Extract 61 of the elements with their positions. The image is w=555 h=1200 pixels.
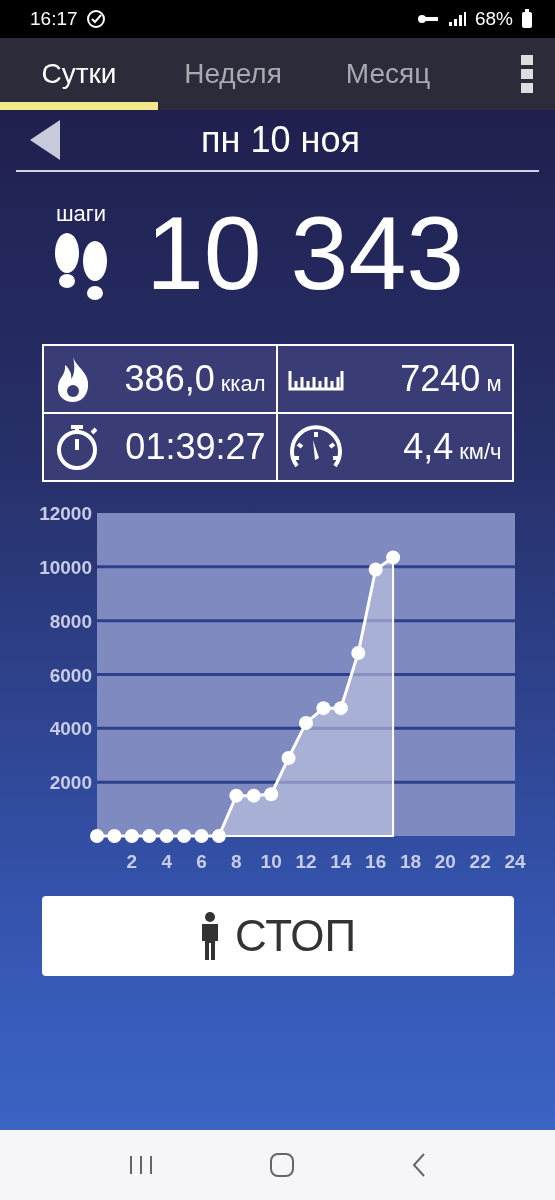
data-point <box>229 788 244 803</box>
tab[interactable]: Месяц <box>308 38 468 110</box>
signal-icon <box>446 11 467 27</box>
stat-value: 7240 <box>400 358 481 400</box>
data-point <box>194 829 209 843</box>
data-point <box>211 829 226 843</box>
axis-label: 6 <box>196 851 207 872</box>
battery-percent: 68% <box>474 8 513 30</box>
tab[interactable]: Неделя <box>158 38 308 110</box>
axis-label: 24 <box>504 851 526 872</box>
back-arrow-icon[interactable] <box>30 120 62 160</box>
axis-label: 6000 <box>49 664 92 686</box>
menu-icon <box>519 54 535 94</box>
data-point <box>386 550 401 565</box>
data-point <box>142 829 157 843</box>
axis-label: 10 <box>260 851 282 872</box>
axis-label: 8000 <box>49 610 92 632</box>
data-point <box>246 788 261 803</box>
data-point <box>281 750 296 765</box>
data-point <box>316 701 331 716</box>
key-icon <box>416 12 439 26</box>
speedometer-icon <box>287 424 344 470</box>
home-icon <box>269 1152 296 1178</box>
data-point <box>159 829 174 843</box>
data-point <box>264 787 279 802</box>
stat-unit: км/ч <box>459 439 502 465</box>
back-icon <box>411 1152 428 1178</box>
data-point <box>107 829 122 843</box>
axis-label: 12 <box>295 851 317 872</box>
stat-unit: м <box>486 371 502 397</box>
axis-label: 20 <box>434 851 456 872</box>
axis-label: 4 <box>161 851 172 872</box>
stat-value: 01:39:27 <box>125 426 266 468</box>
data-point <box>124 829 139 843</box>
data-point <box>177 829 192 843</box>
battery-icon <box>521 9 533 29</box>
data-point <box>90 829 104 843</box>
axis-label: 12000 <box>39 503 92 524</box>
stat-unit: ккал <box>220 371 266 397</box>
axis-label: 18 <box>399 851 422 872</box>
axis-label: 2000 <box>49 772 92 794</box>
stat-value: 4,4 <box>403 426 454 468</box>
date-label: пн 10 ноя <box>200 119 361 161</box>
check-icon <box>85 9 106 29</box>
data-point <box>351 645 366 660</box>
status-time: 16:17 <box>30 8 78 30</box>
axis-label: 2 <box>126 851 138 872</box>
axis-label: 4000 <box>49 718 92 740</box>
axis-label: 8 <box>231 851 242 872</box>
data-point <box>368 562 383 577</box>
axis-label: 16 <box>365 851 387 872</box>
stop-button[interactable]: СТОП <box>41 896 514 976</box>
data-point <box>299 715 313 730</box>
recent-apps-icon <box>127 1154 154 1176</box>
axis-label: 14 <box>330 851 352 872</box>
axis-label: 10000 <box>39 556 92 578</box>
data-point <box>333 701 348 716</box>
axis-label: 22 <box>469 851 491 872</box>
step-count: 10 343 <box>146 201 465 305</box>
steps-label: шаги <box>55 201 107 227</box>
stat-value: 386,0 <box>124 358 215 400</box>
